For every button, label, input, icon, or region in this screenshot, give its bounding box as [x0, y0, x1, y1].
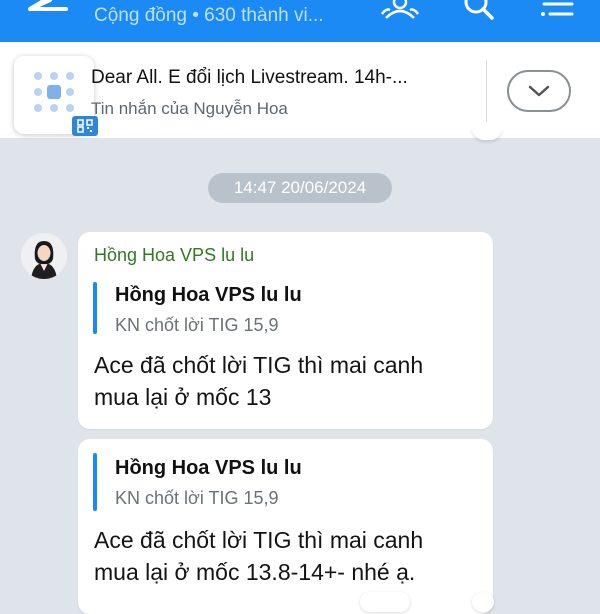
message-text: Ace đã chốt lời TIG thì mai canh mua lại… — [94, 524, 423, 588]
menu-icon[interactable] — [540, 0, 576, 20]
pinned-handle[interactable] — [472, 128, 502, 140]
header-bar: Cộng đồng • 630 thành vi... — [0, 0, 600, 42]
group-subtitle[interactable]: Cộng đồng • 630 thành vi... — [94, 5, 324, 27]
search-icon[interactable] — [462, 0, 496, 20]
quote-bar — [93, 282, 97, 334]
reaction-chip[interactable] — [360, 592, 410, 612]
divider — [486, 60, 487, 122]
expand-pinned-button[interactable] — [507, 70, 571, 112]
qr-icon — [72, 116, 98, 136]
chevron-down-icon — [528, 85, 550, 97]
date-separator: 14:47 20/06/2024 — [208, 173, 392, 203]
message-bubble[interactable]: Hồng Hoa VPS lu lu Hồng Hoa VPS lu lu KN… — [78, 232, 493, 429]
quote-author: Hồng Hoa VPS lu lu — [115, 457, 302, 479]
pinned-title[interactable]: Dear All. E đổi lịch Livestream. 14h-... — [91, 67, 408, 89]
avatar[interactable] — [21, 233, 67, 279]
quote-author: Hồng Hoa VPS lu lu — [115, 284, 302, 306]
pinned-subtitle: Tin nhắn của Nguyễn Hoa — [91, 99, 288, 118]
message-bubble[interactable]: Hồng Hoa VPS lu lu KN chốt lời TIG 15,9 … — [78, 439, 493, 614]
quote-bar — [93, 453, 97, 511]
message-text: Ace đã chốt lời TIG thì mai canh mua lại… — [94, 349, 423, 413]
react-button[interactable] — [472, 592, 494, 612]
message-line: Ace đã chốt lời TIG thì mai canh — [94, 352, 424, 378]
message-line: mua lại ở mốc 13 — [94, 384, 272, 410]
message-line: Ace đã chốt lời TIG thì mai canh — [94, 527, 424, 553]
message-line: mua lại ở mốc 13.8-14+- nhé ạ. — [94, 559, 416, 585]
sender-name[interactable]: Hồng Hoa VPS lu lu — [94, 245, 254, 266]
quote-text: KN chốt lời TIG 15,9 — [115, 488, 279, 508]
members-icon[interactable] — [378, 0, 422, 20]
quote-text: KN chốt lời TIG 15,9 — [115, 315, 279, 335]
back-arrow-icon[interactable] — [22, 0, 72, 18]
